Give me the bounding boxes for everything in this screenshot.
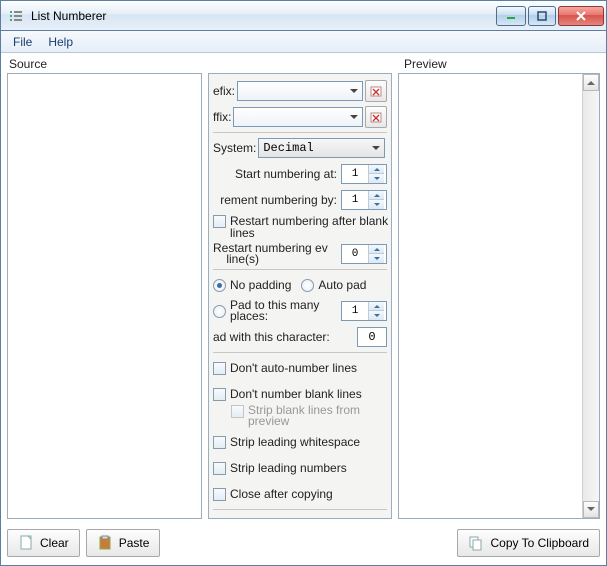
dont-blank-checkbox[interactable] bbox=[213, 388, 226, 401]
menu-bar: File Help bbox=[1, 31, 606, 53]
scroll-up-icon[interactable] bbox=[583, 74, 599, 91]
scroll-down-icon[interactable] bbox=[583, 501, 599, 518]
options-panel: efix: ffix: System: Decimal Start number… bbox=[208, 73, 392, 519]
minimize-button[interactable] bbox=[496, 6, 526, 26]
pad-many-label: Pad to this manyplaces: bbox=[230, 300, 341, 322]
restart-blank-checkbox[interactable] bbox=[213, 215, 226, 228]
restart-blank-label: Restart numbering after blanklines bbox=[230, 215, 388, 239]
source-label: Source bbox=[9, 57, 204, 71]
page-icon bbox=[18, 535, 34, 551]
system-combo[interactable]: Decimal bbox=[258, 138, 385, 158]
window-title: List Numberer bbox=[31, 9, 496, 23]
bottom-bar: Clear Paste Copy To Clipboard bbox=[1, 525, 606, 561]
main-area: efix: ffix: System: Decimal Start number… bbox=[1, 73, 606, 525]
source-textarea[interactable] bbox=[7, 73, 202, 519]
copy-icon bbox=[468, 535, 484, 551]
spin-up-icon[interactable] bbox=[369, 165, 384, 174]
close-button[interactable] bbox=[558, 6, 604, 26]
copy-button[interactable]: Copy To Clipboard bbox=[457, 529, 600, 557]
spin-down-icon[interactable] bbox=[369, 254, 384, 263]
increment-label: rement numbering by: bbox=[213, 193, 341, 207]
preview-scrollbar[interactable] bbox=[582, 74, 599, 518]
copy-label: Copy To Clipboard bbox=[490, 536, 589, 550]
pad-many-spinner[interactable] bbox=[341, 301, 387, 321]
clear-button[interactable]: Clear bbox=[7, 529, 80, 557]
increment-input[interactable] bbox=[342, 194, 368, 206]
maximize-button[interactable] bbox=[528, 6, 556, 26]
suffix-combo[interactable] bbox=[233, 107, 363, 127]
pad-none-label: No padding bbox=[230, 278, 291, 292]
panel-labels: Source Preview bbox=[1, 53, 606, 73]
titlebar: List Numberer bbox=[1, 1, 606, 31]
paste-label: Paste bbox=[119, 536, 150, 550]
spin-down-icon[interactable] bbox=[369, 311, 384, 320]
system-label: System: bbox=[213, 141, 256, 155]
restart-every-label: Restart numbering ev line(s) bbox=[213, 243, 341, 265]
dont-autonum-checkbox[interactable] bbox=[213, 362, 226, 375]
pad-many-radio[interactable] bbox=[213, 305, 226, 318]
pad-auto-label: Auto pad bbox=[318, 278, 366, 292]
strip-num-checkbox[interactable] bbox=[213, 462, 226, 475]
pad-char-label: ad with this character: bbox=[213, 330, 357, 344]
pad-many-input[interactable] bbox=[342, 305, 368, 317]
spin-up-icon[interactable] bbox=[369, 245, 384, 254]
strip-blank-label: Strip blank lines frompreview bbox=[248, 405, 360, 427]
strip-ws-label: Strip leading whitespace bbox=[230, 435, 360, 449]
window-controls bbox=[496, 6, 604, 26]
clipboard-icon bbox=[97, 535, 113, 551]
dont-blank-label: Don't number blank lines bbox=[230, 387, 362, 401]
spin-up-icon[interactable] bbox=[369, 191, 384, 200]
restart-every-spinner[interactable] bbox=[341, 244, 387, 264]
restart-every-input[interactable] bbox=[342, 248, 368, 260]
prefix-clear-button[interactable] bbox=[365, 80, 387, 102]
start-label: Start numbering at: bbox=[213, 167, 341, 181]
strip-ws-checkbox[interactable] bbox=[213, 436, 226, 449]
prefix-label: efix: bbox=[213, 84, 235, 98]
pad-none-radio[interactable] bbox=[213, 279, 226, 292]
pad-char-input[interactable] bbox=[357, 327, 387, 347]
close-copy-label: Close after copying bbox=[230, 487, 333, 501]
suffix-clear-button[interactable] bbox=[365, 106, 387, 128]
pad-auto-radio[interactable] bbox=[301, 279, 314, 292]
spin-down-icon[interactable] bbox=[369, 174, 384, 183]
clear-label: Clear bbox=[40, 536, 69, 550]
preview-label: Preview bbox=[404, 57, 447, 71]
close-copy-checkbox[interactable] bbox=[213, 488, 226, 501]
menu-file[interactable]: File bbox=[5, 33, 40, 51]
spin-up-icon[interactable] bbox=[369, 302, 384, 311]
menu-help[interactable]: Help bbox=[40, 33, 81, 51]
strip-num-label: Strip leading numbers bbox=[230, 461, 347, 475]
increment-spinner[interactable] bbox=[341, 190, 387, 210]
app-icon bbox=[9, 8, 25, 24]
start-input[interactable] bbox=[342, 168, 368, 180]
start-spinner[interactable] bbox=[341, 164, 387, 184]
prefix-combo[interactable] bbox=[237, 81, 363, 101]
preview-textarea[interactable] bbox=[398, 73, 600, 519]
spin-down-icon[interactable] bbox=[369, 200, 384, 209]
strip-blank-checkbox[interactable] bbox=[231, 405, 244, 418]
paste-button[interactable]: Paste bbox=[86, 529, 161, 557]
suffix-label: ffix: bbox=[213, 110, 231, 124]
dont-autonum-label: Don't auto-number lines bbox=[230, 361, 357, 375]
